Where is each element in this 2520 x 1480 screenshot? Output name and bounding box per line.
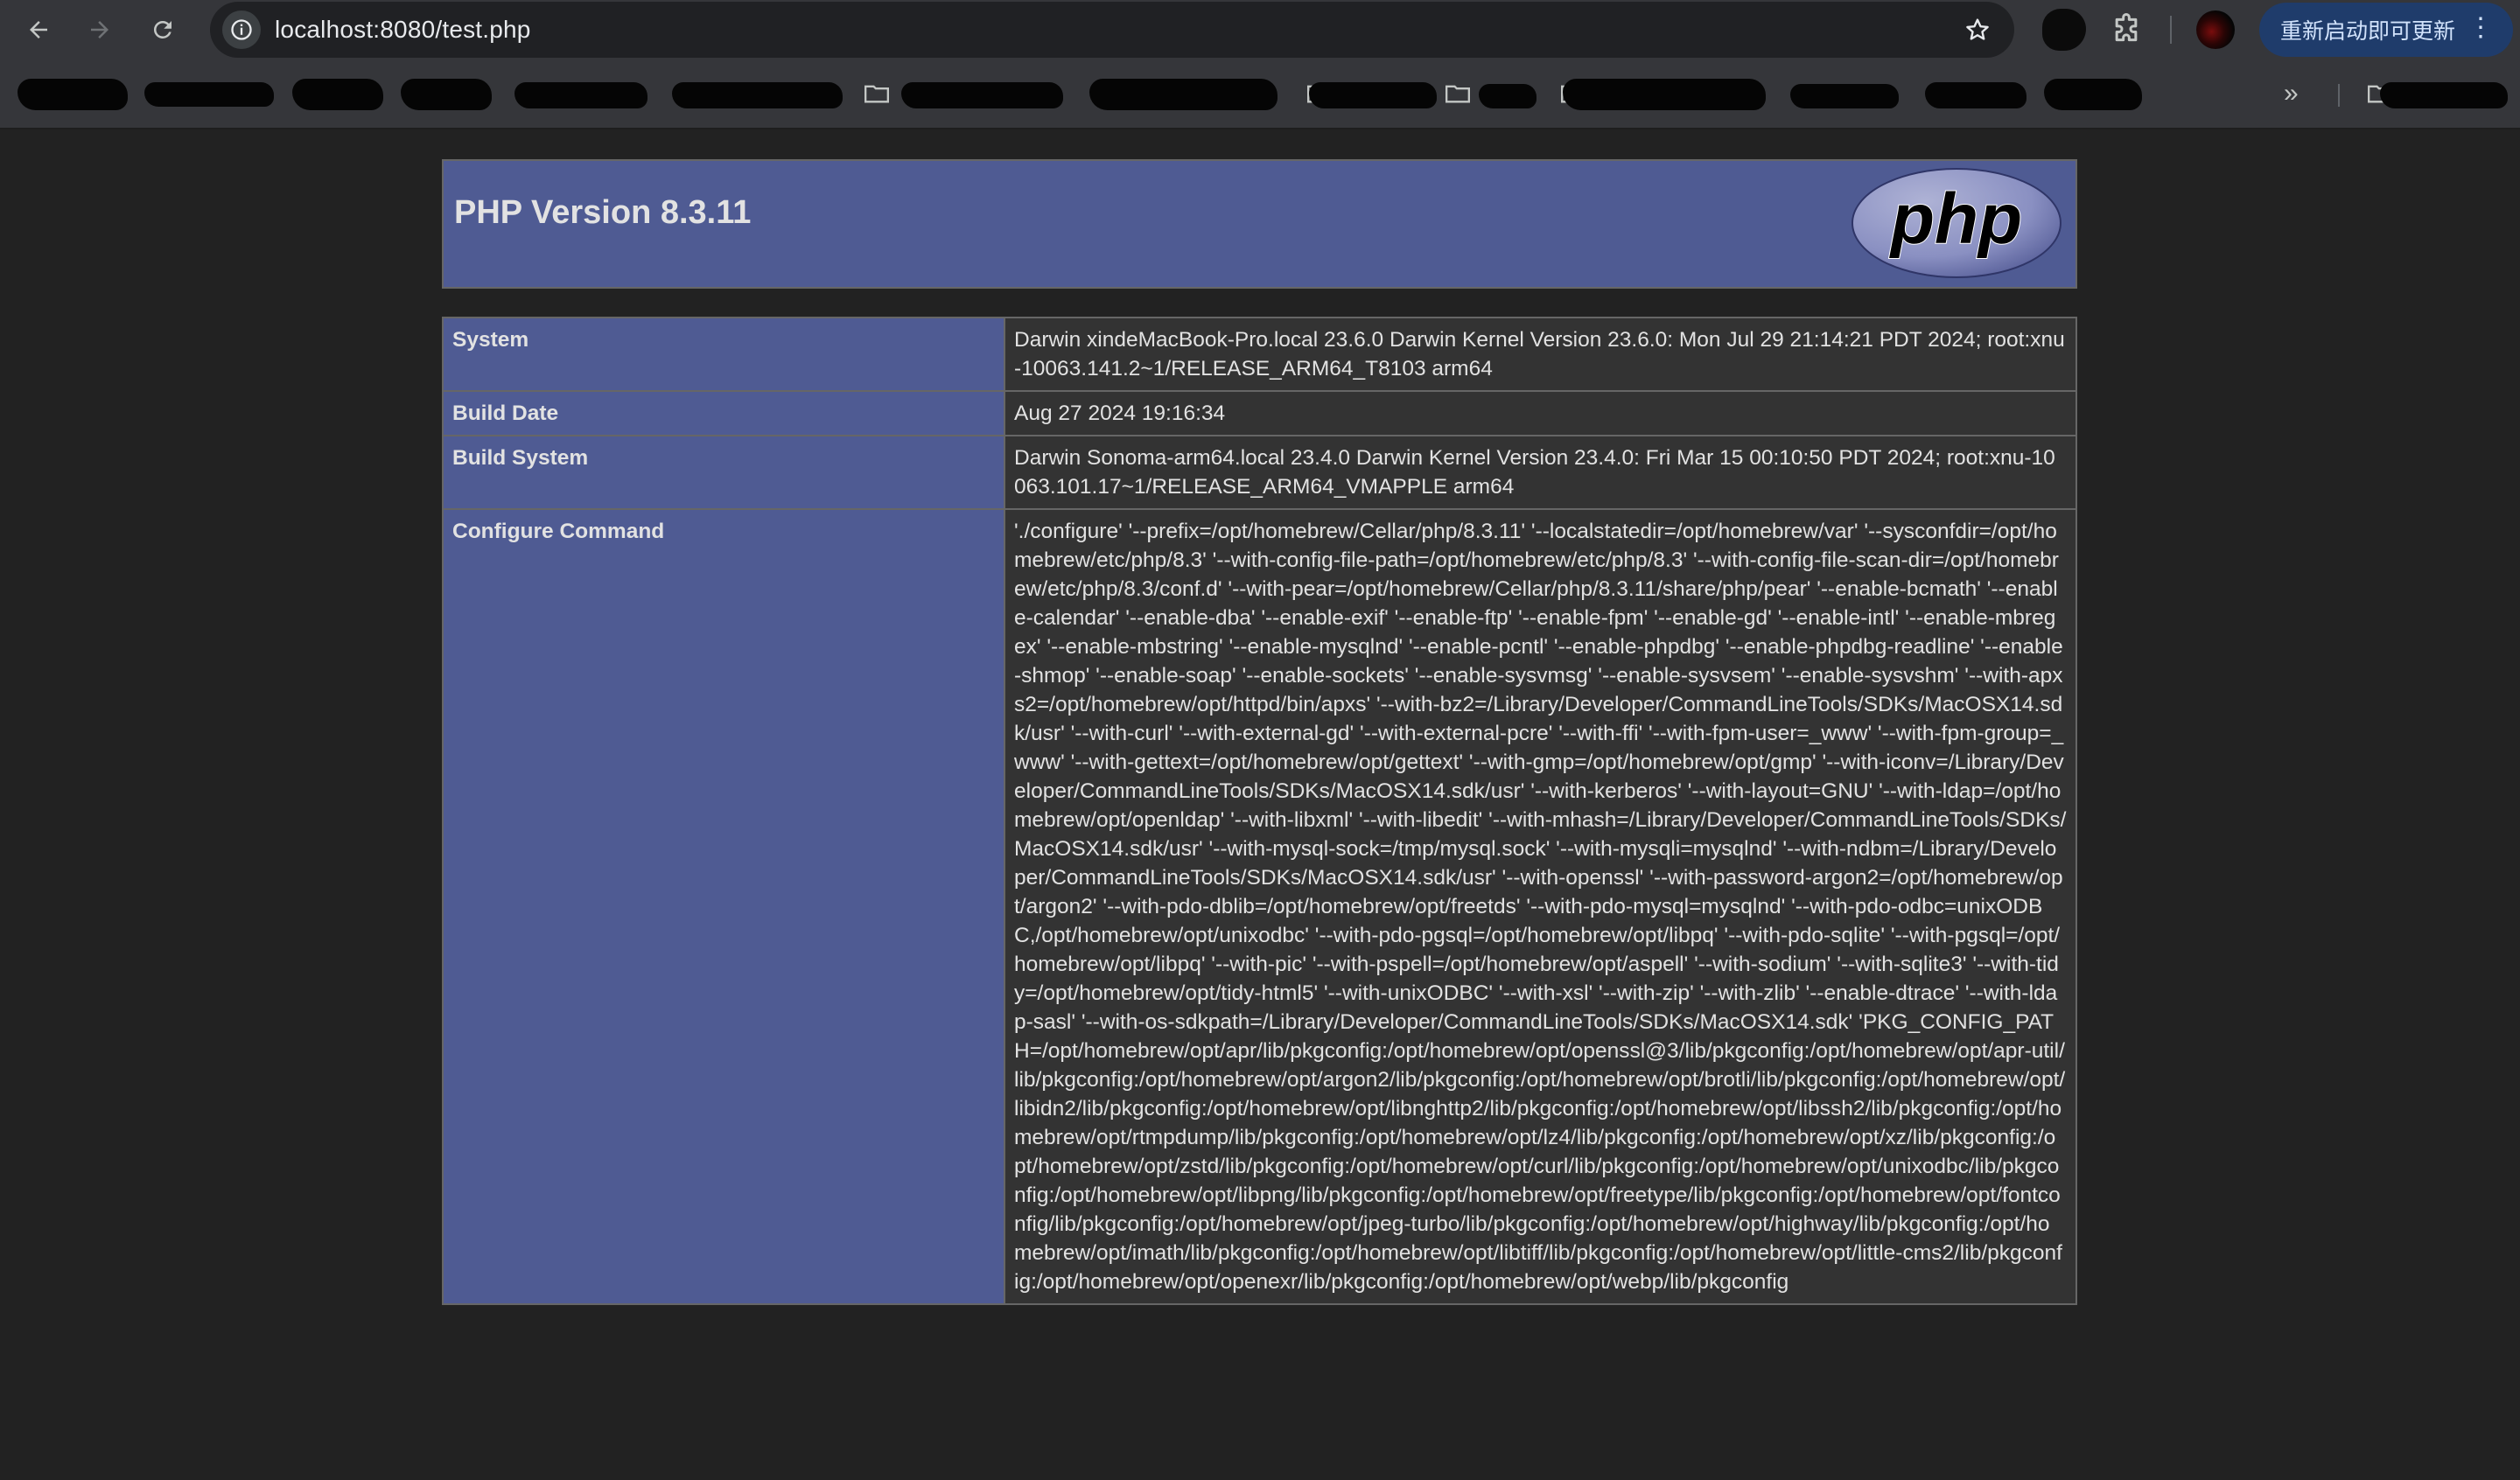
- bookmark-item[interactable]: [1790, 84, 1899, 108]
- folder-icon: [864, 85, 889, 103]
- phpinfo-container: PHP Version 8.3.11 php System Darwin xin…: [442, 159, 2077, 1305]
- bookmark-item[interactable]: [1563, 79, 1766, 110]
- info-icon[interactable]: [222, 10, 261, 49]
- row-label: Build System: [442, 435, 1005, 510]
- php-logo[interactable]: php: [1850, 166, 2063, 280]
- extension-icon[interactable]: [2042, 9, 2086, 51]
- url-text[interactable]: localhost:8080/test.php: [275, 2, 531, 58]
- update-button[interactable]: 重新启动即可更新 ⋮: [2259, 3, 2513, 57]
- arrow-left-icon: [30, 21, 47, 38]
- bookmark-item[interactable]: [901, 82, 1063, 108]
- address-bar[interactable]: localhost:8080/test.php: [210, 2, 2014, 58]
- forward-button[interactable]: [79, 9, 121, 51]
- page-content: PHP Version 8.3.11 php System Darwin xin…: [0, 131, 2520, 1480]
- table-row: Build Date Aug 27 2024 19:16:34: [442, 390, 2077, 436]
- arrow-right-icon: [91, 21, 108, 38]
- row-label: Configure Command: [442, 508, 1005, 1305]
- bookmark-item-other[interactable]: [2380, 82, 2508, 108]
- phpinfo-header: PHP Version 8.3.11 php: [442, 159, 2077, 289]
- table-row: System Darwin xindeMacBook-Pro.local 23.…: [442, 317, 2077, 392]
- puzzle-icon[interactable]: [2109, 12, 2144, 47]
- bookmark-item[interactable]: [18, 79, 128, 110]
- bookmark-item[interactable]: [1925, 82, 2026, 108]
- bookmark-item[interactable]: [292, 79, 383, 110]
- bookmark-item[interactable]: [1479, 84, 1536, 108]
- toolbar-divider: [2170, 16, 2172, 44]
- row-value: Darwin Sonoma-arm64.local 23.4.0 Darwin …: [1004, 435, 2077, 510]
- bookmark-item[interactable]: [514, 82, 648, 108]
- svg-text:php: php: [1889, 179, 2022, 259]
- row-value: Darwin xindeMacBook-Pro.local 23.6.0 Dar…: [1004, 317, 2077, 392]
- kebab-menu-icon[interactable]: ⋮: [2468, 15, 2494, 41]
- folder-icon: [1446, 85, 1470, 103]
- back-button[interactable]: [18, 9, 60, 51]
- browser-toolbar: localhost:8080/test.php 重新启动即可更新 ⋮: [0, 0, 2520, 59]
- info-table: System Darwin xindeMacBook-Pro.local 23.…: [442, 317, 2077, 1305]
- bookmark-item[interactable]: [144, 82, 274, 107]
- row-value: './configure' '--prefix=/opt/homebrew/Ce…: [1004, 508, 2077, 1305]
- reload-icon: [153, 20, 172, 38]
- table-row: Build System Darwin Sonoma-arm64.local 2…: [442, 435, 2077, 510]
- bookmarks-bar: »: [0, 59, 2520, 129]
- chevron-double-right-icon[interactable]: »: [2284, 79, 2299, 108]
- row-label: Build Date: [442, 390, 1005, 436]
- bookmarks-divider: [2338, 84, 2340, 107]
- star-icon[interactable]: [1964, 16, 1992, 44]
- bookmark-item[interactable]: [1089, 79, 1278, 110]
- bookmark-item[interactable]: [672, 82, 843, 108]
- bookmark-item[interactable]: [1309, 82, 1437, 108]
- row-label: System: [442, 317, 1005, 392]
- page-title: PHP Version 8.3.11: [454, 194, 752, 231]
- row-value: Aug 27 2024 19:16:34: [1004, 390, 2077, 436]
- avatar[interactable]: [2196, 10, 2235, 49]
- reload-button[interactable]: [142, 9, 184, 51]
- bookmark-item[interactable]: [2044, 79, 2142, 110]
- bookmark-item[interactable]: [401, 79, 492, 110]
- update-button-label: 重新启动即可更新: [2280, 19, 2456, 44]
- table-row: Configure Command './configure' '--prefi…: [442, 508, 2077, 1305]
